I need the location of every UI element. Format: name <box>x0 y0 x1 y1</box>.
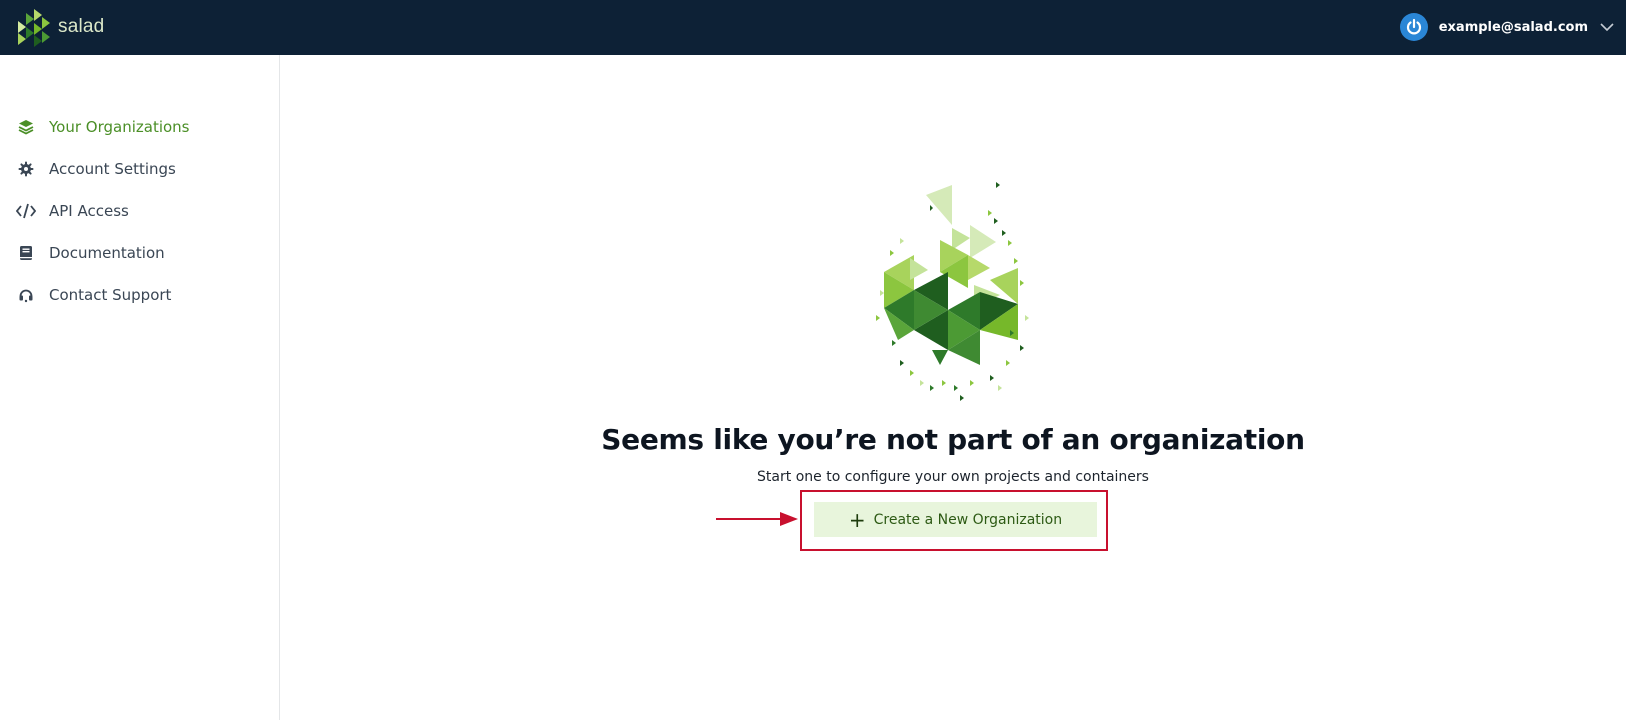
sidebar-item-label: Account Settings <box>49 160 176 178</box>
sidebar-item-contact-support[interactable]: Contact Support <box>16 280 171 310</box>
book-icon <box>16 243 36 263</box>
create-organization-button[interactable]: + Create a New Organization <box>814 502 1097 537</box>
annotation-arrow-icon <box>716 512 798 526</box>
salad-illustration <box>870 180 1060 415</box>
user-menu[interactable]: example@salad.com <box>1399 13 1614 41</box>
chevron-down-icon[interactable] <box>1600 22 1614 32</box>
headset-icon <box>16 285 36 305</box>
sidebar-item-label: Documentation <box>49 244 165 262</box>
sidebar-item-label: Your Organizations <box>49 118 190 136</box>
user-email[interactable]: example@salad.com <box>1439 20 1588 35</box>
empty-state-title: Seems like you’re not part of an organiz… <box>601 423 1305 456</box>
gear-icon <box>16 159 36 179</box>
sidebar-item-label: Contact Support <box>49 286 172 304</box>
top-bar: salad example@salad.com <box>0 0 1626 55</box>
sidebar-item-your-organizations[interactable]: Your Organizations <box>16 112 190 142</box>
sidebar: Your Organizations Account Settings API … <box>0 55 280 720</box>
salad-logo[interactable]: salad <box>16 7 104 47</box>
sidebar-item-account-settings[interactable]: Account Settings <box>16 154 176 184</box>
salad-logo-icon <box>18 9 50 47</box>
sidebar-item-api-access[interactable]: API Access <box>16 196 129 226</box>
sidebar-item-documentation[interactable]: Documentation <box>16 238 165 268</box>
create-organization-label: Create a New Organization <box>873 511 1063 528</box>
code-icon <box>16 201 36 221</box>
brand-name: salad <box>58 16 105 37</box>
power-icon <box>1406 18 1421 35</box>
empty-state-description: Start one to configure your own projects… <box>757 469 1149 485</box>
sidebar-item-label: API Access <box>49 202 129 220</box>
avatar[interactable] <box>1399 13 1428 41</box>
plus-icon: + <box>848 507 866 532</box>
layers-icon <box>16 117 36 137</box>
main-content: Seems like you’re not part of an organiz… <box>280 55 1626 720</box>
